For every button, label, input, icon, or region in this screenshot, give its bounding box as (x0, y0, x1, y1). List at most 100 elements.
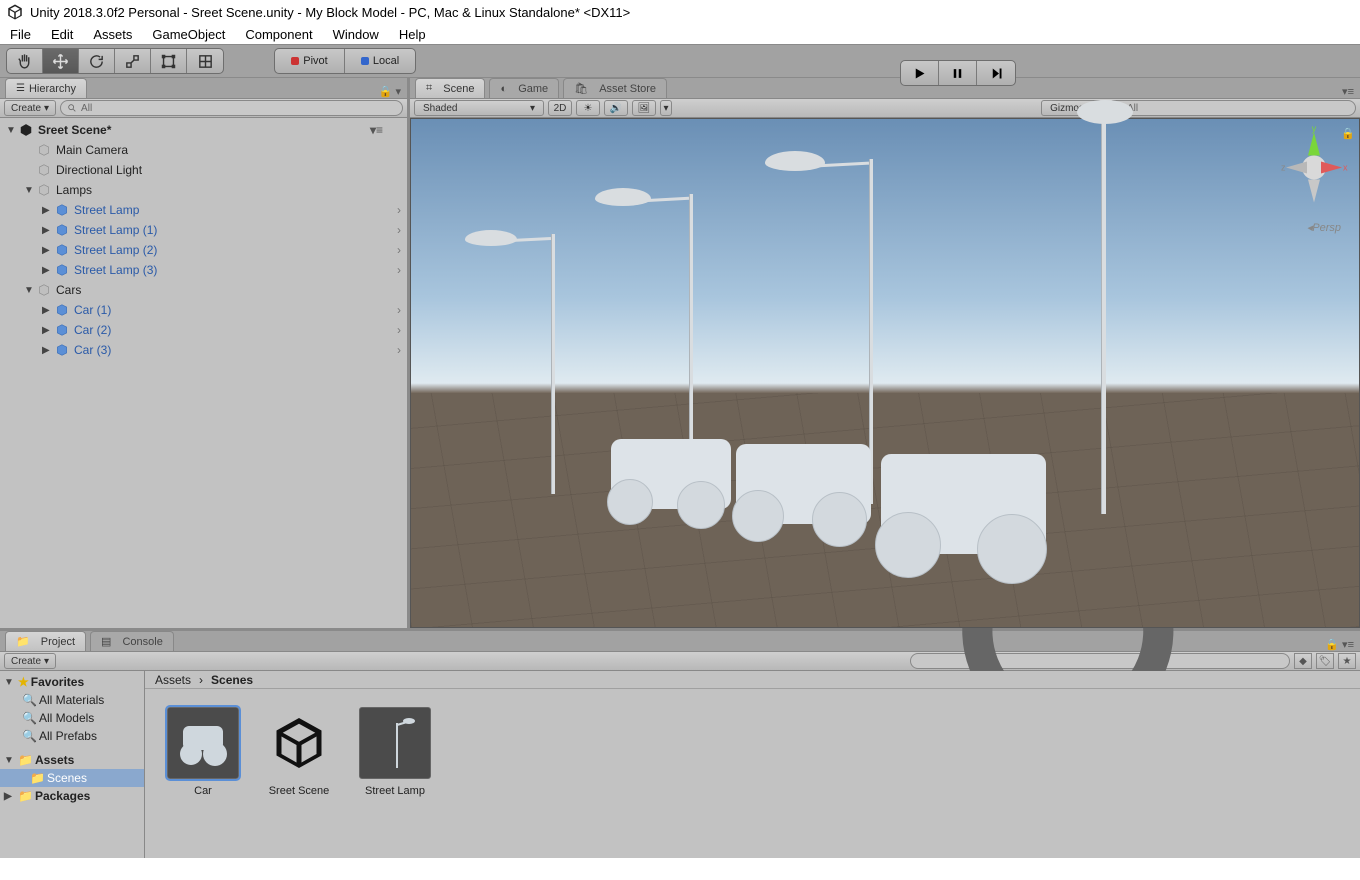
scene-object-car[interactable] (611, 439, 731, 509)
open-prefab-icon[interactable]: › (397, 203, 401, 217)
projection-label[interactable]: ◂Persp (1307, 221, 1341, 234)
open-prefab-icon[interactable]: › (397, 323, 401, 337)
tab-scene[interactable]: ⌗ Scene (415, 78, 485, 98)
project-search-input[interactable] (910, 653, 1290, 669)
pivot-mode-group: Pivot Local (274, 48, 416, 74)
scene-fx-toggle[interactable]: 🖼 (632, 100, 656, 116)
asset-sreet-scene[interactable]: Sreet Scene (261, 707, 337, 797)
scene-options-icon[interactable]: ▾≡ (370, 123, 383, 137)
gizmo-lock-icon[interactable]: 🔒 (1341, 127, 1355, 140)
rotate-tool[interactable] (79, 49, 115, 73)
rect-tool[interactable] (151, 49, 187, 73)
panel-lock-icon[interactable]: 🔒 ▾ (379, 85, 401, 98)
fav-all-prefabs[interactable]: 🔍All Prefabs (0, 727, 144, 745)
project-panel-menu-icon[interactable]: 🔒 ▾≡ (1325, 638, 1354, 651)
asset-street-lamp[interactable]: Street Lamp (357, 707, 433, 797)
scene-fx-dropdown-icon[interactable]: ▾ (660, 100, 672, 116)
foldout-icon[interactable]: ▶ (42, 345, 54, 356)
fav-all-materials[interactable]: 🔍All Materials (0, 691, 144, 709)
shading-mode-dropdown[interactable]: Shaded▾ (414, 100, 544, 116)
tab-project[interactable]: 📁 Project (5, 631, 86, 651)
hierarchy-item[interactable]: ▶Car (3)› (0, 340, 407, 360)
open-prefab-icon[interactable]: › (397, 263, 401, 277)
hierarchy-item[interactable]: ▶Car (1)› (0, 300, 407, 320)
step-button[interactable] (977, 61, 1015, 85)
project-create-button[interactable]: Create▾ (4, 653, 56, 669)
asset-thumb (359, 707, 431, 779)
open-prefab-icon[interactable]: › (397, 243, 401, 257)
pivot-button[interactable]: Pivot (275, 49, 345, 73)
menu-file[interactable]: File (10, 27, 31, 42)
foldout-icon[interactable]: ▼ (24, 285, 36, 296)
hierarchy-create-button[interactable]: Create▾ (4, 100, 56, 116)
favorites-header[interactable]: ▼★Favorites (0, 673, 144, 691)
breadcrumb-scenes[interactable]: Scenes (211, 673, 253, 687)
orientation-gizmo[interactable]: y z x (1279, 125, 1349, 220)
hand-tool[interactable] (7, 49, 43, 73)
scene-2d-toggle[interactable]: 2D (548, 100, 572, 116)
asset-grid[interactable]: Car Sreet Scene Street Lamp (145, 689, 1360, 858)
hierarchy-item[interactable]: ▼Cars (0, 280, 407, 300)
local-button[interactable]: Local (345, 49, 415, 73)
scene-panel-menu-icon[interactable]: ▾≡ (1342, 85, 1354, 98)
foldout-icon[interactable]: ▶ (42, 225, 54, 236)
pause-button[interactable] (939, 61, 977, 85)
packages-header[interactable]: ▶📁Packages (0, 787, 144, 805)
menu-component[interactable]: Component (245, 27, 312, 42)
scene-object-lamp[interactable] (1101, 114, 1106, 514)
menu-assets[interactable]: Assets (93, 27, 132, 42)
foldout-icon[interactable]: ▶ (42, 305, 54, 316)
scene-object-car[interactable] (736, 444, 871, 524)
window-title: Unity 2018.3.0f2 Personal - Sreet Scene.… (30, 5, 630, 20)
hierarchy-tab[interactable]: ☰Hierarchy (5, 78, 87, 98)
hierarchy-item[interactable]: Directional Light (0, 160, 407, 180)
hierarchy-item[interactable]: ▼Lamps (0, 180, 407, 200)
foldout-icon[interactable]: ▼ (24, 185, 36, 196)
tab-asset-store[interactable]: 🛍 Asset Store (563, 78, 667, 98)
open-prefab-icon[interactable]: › (397, 223, 401, 237)
scene-object-lamp[interactable] (551, 234, 555, 494)
open-prefab-icon[interactable]: › (397, 343, 401, 357)
foldout-icon[interactable]: ▼ (6, 125, 18, 136)
hierarchy-item[interactable]: ▶Street Lamp› (0, 200, 407, 220)
move-tool[interactable] (43, 49, 79, 73)
prefab-cube-icon (54, 242, 70, 258)
scene-audio-toggle[interactable]: 🔊 (604, 100, 628, 116)
filter-by-label-icon[interactable]: 🏷 (1316, 653, 1334, 669)
scene-header-row[interactable]: ▼ Sreet Scene* ▾≡ (0, 120, 407, 140)
hierarchy-item[interactable]: ▶Street Lamp (2)› (0, 240, 407, 260)
hierarchy-item[interactable]: ▶Street Lamp (3)› (0, 260, 407, 280)
hierarchy-item[interactable]: Main Camera (0, 140, 407, 160)
open-prefab-icon[interactable]: › (397, 303, 401, 317)
scale-tool[interactable] (115, 49, 151, 73)
menu-window[interactable]: Window (333, 27, 379, 42)
project-folder-tree[interactable]: ▼★Favorites 🔍All Materials 🔍All Models 🔍… (0, 671, 145, 858)
tab-game[interactable]: ◐ Game (489, 78, 559, 98)
fav-all-models[interactable]: 🔍All Models (0, 709, 144, 727)
folder-scenes[interactable]: 📁Scenes (0, 769, 144, 787)
scene-search-input[interactable]: All (1106, 100, 1356, 116)
scene-object-car[interactable] (881, 454, 1046, 554)
menu-help[interactable]: Help (399, 27, 426, 42)
breadcrumb-assets[interactable]: Assets (155, 673, 191, 687)
save-search-icon[interactable]: ★ (1338, 653, 1356, 669)
svg-text:z: z (1281, 163, 1286, 173)
assets-header[interactable]: ▼📁Assets (0, 751, 144, 769)
hierarchy-tree[interactable]: ▼ Sreet Scene* ▾≡ Main CameraDirectional… (0, 118, 407, 628)
filter-by-type-icon[interactable]: ◆ (1294, 653, 1312, 669)
foldout-icon[interactable]: ▶ (42, 265, 54, 276)
foldout-icon[interactable]: ▶ (42, 205, 54, 216)
scene-viewport[interactable]: y z x 🔒 ◂Persp (410, 118, 1360, 628)
transform-tool[interactable] (187, 49, 223, 73)
menu-edit[interactable]: Edit (51, 27, 73, 42)
foldout-icon[interactable]: ▶ (42, 245, 54, 256)
foldout-icon[interactable]: ▶ (42, 325, 54, 336)
play-button[interactable] (901, 61, 939, 85)
hierarchy-search-input[interactable]: All (60, 100, 403, 116)
menu-gameobject[interactable]: GameObject (152, 27, 225, 42)
tab-console[interactable]: ▤ Console (90, 631, 174, 651)
asset-car[interactable]: Car (165, 707, 241, 797)
hierarchy-item[interactable]: ▶Car (2)› (0, 320, 407, 340)
hierarchy-item[interactable]: ▶Street Lamp (1)› (0, 220, 407, 240)
scene-lighting-toggle[interactable]: ☀ (576, 100, 600, 116)
